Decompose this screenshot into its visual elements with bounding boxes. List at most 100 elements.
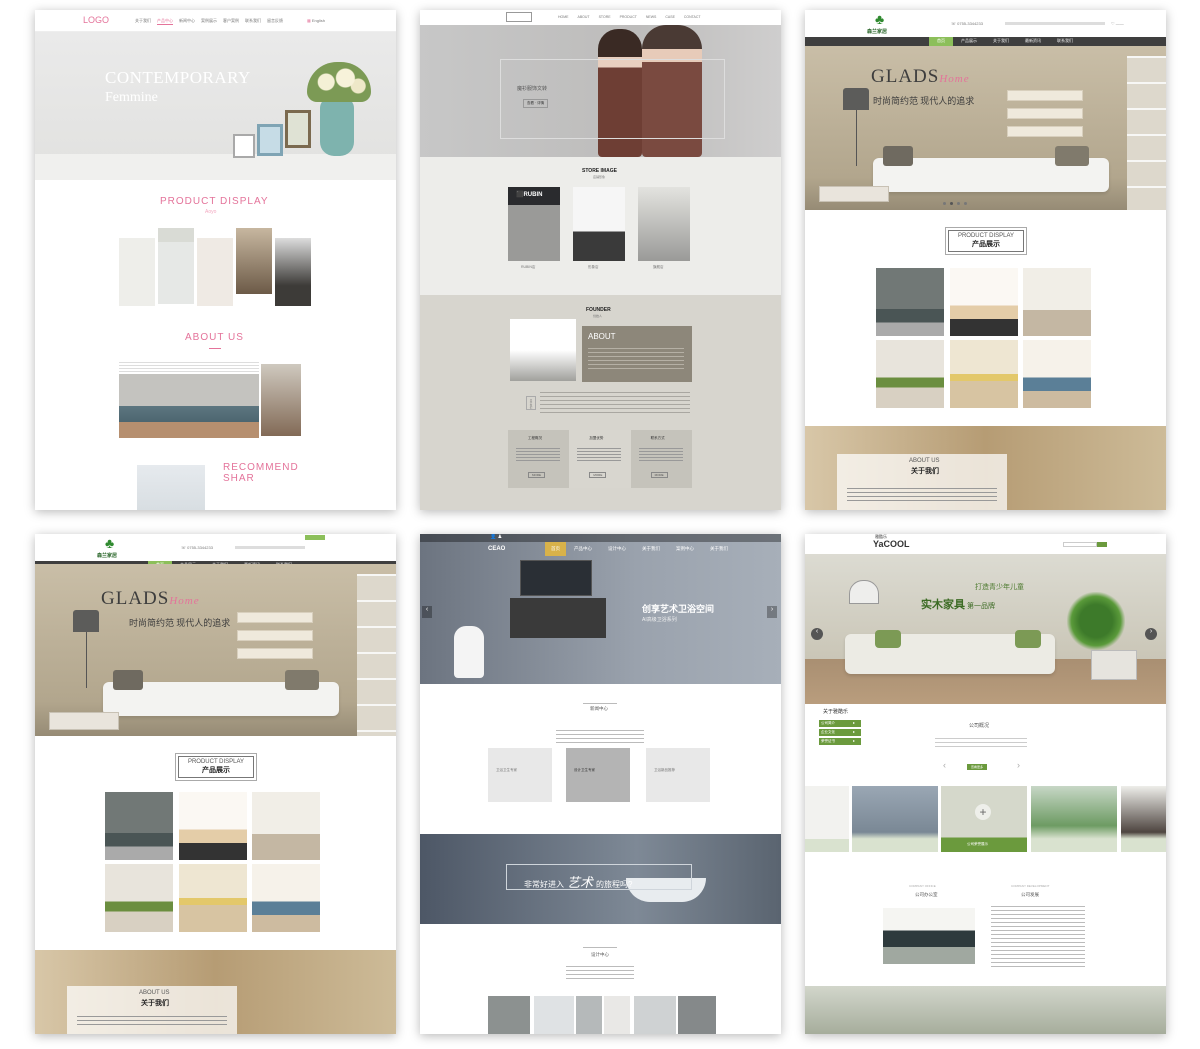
- product-photo[interactable]: [950, 340, 1018, 408]
- t3-nav-item[interactable]: 最新资讯: [1017, 37, 1049, 46]
- t5-nav-item[interactable]: 设计中心: [600, 542, 634, 556]
- t6-about-button[interactable]: 查看更多: [967, 764, 988, 770]
- carousel-dot[interactable]: [950, 202, 953, 205]
- t6-search-input[interactable]: [1063, 542, 1097, 547]
- t6-logo[interactable]: YaCOOL: [873, 539, 910, 549]
- t1-nav-item[interactable]: 联系我们: [245, 18, 261, 25]
- t5-logo[interactable]: CEAO: [488, 546, 505, 552]
- t2-col-more-button[interactable]: MORE: [528, 472, 545, 478]
- chevron-left-icon[interactable]: ‹: [943, 760, 946, 770]
- design-photo[interactable]: [534, 996, 574, 1034]
- carousel-dots[interactable]: [943, 202, 967, 205]
- template-card-4[interactable]: ♣ 森兰家居 ☏ 0755-3344233 首页 产品展示 关于我们 最新资讯 …: [35, 534, 396, 1034]
- t2-nav-item[interactable]: NEWS: [646, 15, 657, 19]
- tree-logo-icon[interactable]: ♣: [105, 535, 114, 551]
- t3-nav-item[interactable]: 产品展示: [953, 37, 985, 46]
- product-photo[interactable]: [1023, 340, 1091, 408]
- product-thumb[interactable]: [158, 228, 194, 304]
- store-photo[interactable]: ⬛RUBIN: [508, 187, 560, 261]
- t1-logo[interactable]: LOGO: [83, 15, 109, 25]
- product-thumb[interactable]: [236, 228, 272, 294]
- template-card-5[interactable]: 👤 ♟ CEAO 首页 产品中心 设计中心 关于我们 案例中心 关于我们 创享艺…: [420, 534, 781, 1034]
- product-thumb[interactable]: [275, 238, 311, 306]
- t1-lang-link[interactable]: ▦ English: [307, 18, 325, 23]
- user-icon[interactable]: 👤 ♟: [490, 534, 502, 540]
- design-photo[interactable]: [678, 996, 716, 1034]
- tree-logo-icon[interactable]: ♣: [875, 11, 884, 27]
- gallery-photo[interactable]: [1121, 786, 1166, 852]
- t1-nav-item[interactable]: 留言反馈: [267, 18, 283, 25]
- t5-card[interactable]: 卫浴新品推荐: [646, 748, 710, 802]
- product-photo[interactable]: [252, 792, 320, 860]
- t2-col-more-button[interactable]: MORE: [589, 472, 607, 478]
- t2-nav-item[interactable]: HOME: [558, 15, 569, 19]
- carousel-next-button[interactable]: ›: [767, 606, 777, 618]
- carousel-dot[interactable]: [964, 202, 967, 205]
- t6-side-item[interactable]: 企业文化 ▸: [819, 729, 861, 736]
- t5-nav-item[interactable]: 产品中心: [566, 542, 600, 556]
- product-photo[interactable]: [950, 268, 1018, 336]
- carousel-prev-button[interactable]: ‹: [422, 606, 432, 618]
- t3-nav-item[interactable]: 联系我们: [1049, 37, 1081, 46]
- t2-logo[interactable]: [506, 12, 532, 22]
- product-photo[interactable]: [252, 864, 320, 932]
- template-card-6[interactable]: 雅酷乐 YaCOOL 网站首页 关于我们 产品展示 新闻中心 成功案例 在线留言…: [805, 534, 1166, 1034]
- product-photo[interactable]: [1023, 268, 1091, 336]
- design-photo[interactable]: [488, 996, 530, 1034]
- t2-side-tag[interactable]: 关于我们: [526, 396, 536, 410]
- design-photo[interactable]: [634, 996, 676, 1034]
- chevron-right-icon[interactable]: ›: [1017, 760, 1020, 770]
- t3-collect-link[interactable]: ♡ ——: [1111, 21, 1124, 26]
- carousel-prev-button[interactable]: ‹: [811, 628, 823, 640]
- t4-top-button[interactable]: [305, 535, 325, 540]
- t5-nav-item[interactable]: 案例中心: [668, 542, 702, 556]
- design-photo[interactable]: [604, 996, 630, 1034]
- design-photo[interactable]: [576, 996, 602, 1034]
- t2-nav-item[interactable]: PRODUCT: [620, 15, 637, 19]
- t3-nav-item-active[interactable]: 首页: [929, 37, 953, 46]
- t5-nav-item[interactable]: 关于我们: [634, 542, 668, 556]
- t1-nav-item[interactable]: 关于我们: [135, 18, 151, 25]
- carousel-dot[interactable]: [943, 202, 946, 205]
- t5-news-text: [556, 730, 644, 744]
- t5-nav-item[interactable]: 关于我们: [702, 542, 736, 556]
- product-photo[interactable]: [105, 864, 173, 932]
- t6-side-item[interactable]: 公司简介 ▸: [819, 720, 861, 727]
- product-photo[interactable]: [876, 268, 944, 336]
- template-card-2[interactable]: HOME ABOUT STORE PRODUCT NEWS CASE CONTA…: [420, 10, 781, 510]
- plus-icon[interactable]: +: [975, 804, 991, 820]
- t2-col-more-button[interactable]: MORE: [650, 472, 668, 478]
- gallery-photo[interactable]: [1031, 786, 1117, 852]
- toilet: [454, 626, 484, 678]
- gallery-photo[interactable]: [852, 786, 938, 852]
- product-photo[interactable]: [179, 864, 247, 932]
- t6-side-item[interactable]: 荣誉证书 ▸: [819, 738, 861, 745]
- t3-nav-item[interactable]: 关于我们: [985, 37, 1017, 46]
- product-photo[interactable]: [105, 792, 173, 860]
- gallery-photo[interactable]: [805, 786, 849, 852]
- t1-nav-item-active[interactable]: 产品中心: [157, 18, 173, 25]
- t1-nav-item[interactable]: 新闻中心: [179, 18, 195, 25]
- t5-card[interactable]: 卫浴卫生专家: [488, 748, 552, 802]
- product-thumb[interactable]: [119, 238, 155, 306]
- t1-nav-item[interactable]: 客户案例: [223, 18, 239, 25]
- t5-card-active[interactable]: 设计卫生专家: [566, 748, 630, 802]
- template-card-3[interactable]: ♣ 森兰家居 ☏ 0755-3344233 ♡ —— 首页 产品展示 关于我们 …: [805, 10, 1166, 510]
- t2-nav-item[interactable]: ABOUT: [578, 15, 590, 19]
- carousel-dot[interactable]: [957, 202, 960, 205]
- product-thumb[interactable]: [197, 238, 233, 306]
- t2-nav-item[interactable]: CASE: [665, 15, 675, 19]
- store-photo[interactable]: [573, 187, 625, 261]
- t6-search-button[interactable]: [1097, 542, 1107, 547]
- t1-nav-item[interactable]: 案例展示: [201, 18, 217, 25]
- product-photo[interactable]: [179, 792, 247, 860]
- carousel-next-button[interactable]: ›: [1145, 628, 1157, 640]
- t2-nav-item[interactable]: CONTACT: [684, 15, 701, 19]
- gallery-photo-active[interactable]: + 公司荣誉展示: [941, 786, 1027, 852]
- product-photo[interactable]: [876, 340, 944, 408]
- t2-hero-button[interactable]: 查看 · 详情: [523, 99, 549, 108]
- t2-nav-item[interactable]: STORE: [599, 15, 611, 19]
- store-photo[interactable]: [638, 187, 690, 261]
- template-card-1[interactable]: LOGO 关于我们 产品中心 新闻中心 案例展示 客户案例 联系我们 留言反馈 …: [35, 10, 396, 510]
- t5-nav-item-active[interactable]: 首页: [545, 542, 566, 556]
